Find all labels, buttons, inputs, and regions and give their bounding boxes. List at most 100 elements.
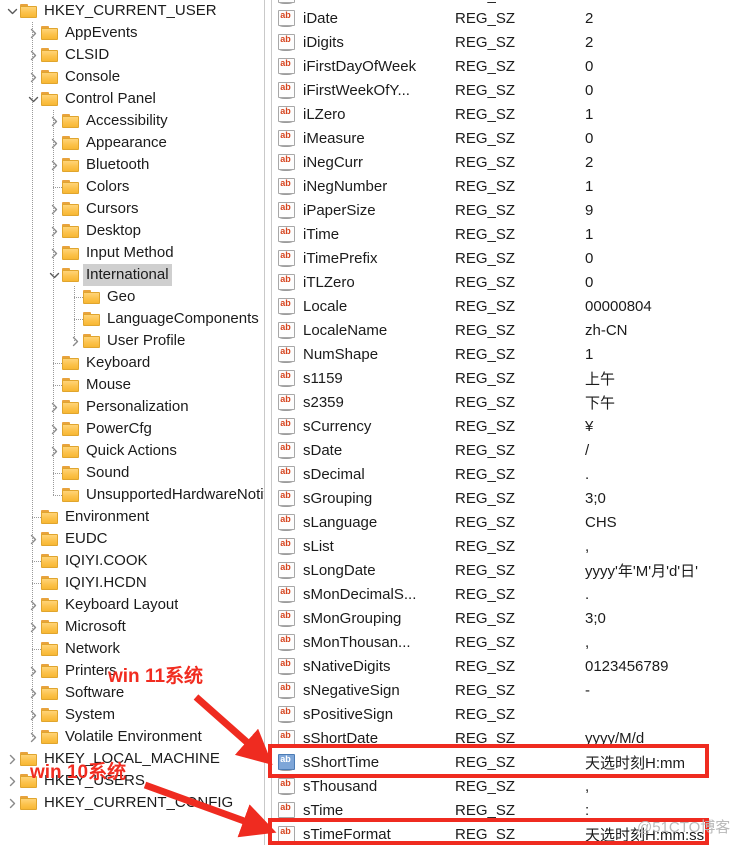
value-row[interactable]: ab sLanguage REG_SZ CHS — [273, 510, 750, 534]
tree-item[interactable]: Network — [0, 638, 264, 660]
chevron-down-icon[interactable] — [4, 0, 20, 22]
chevron-right-icon[interactable] — [4, 770, 20, 792]
value-row[interactable]: ab sList REG_SZ, — [273, 534, 750, 558]
chevron-right-icon[interactable] — [46, 132, 62, 154]
chevron-down-icon[interactable] — [25, 88, 41, 110]
value-row[interactable]: ab LocaleName REG_SZ zh-CN — [273, 318, 750, 342]
chevron-right-icon[interactable] — [25, 66, 41, 88]
tree-item[interactable]: HKEY_CURRENT_CONFIG — [0, 792, 264, 814]
tree-item[interactable]: AppEvents — [0, 22, 264, 44]
value-row[interactable]: ab iTLZero REG_SZ 0 — [273, 270, 750, 294]
chevron-right-icon[interactable] — [25, 528, 41, 550]
tree-item[interactable]: Colors — [0, 176, 264, 198]
value-row[interactable]: ab iPaperSize REG_SZ 9 — [273, 198, 750, 222]
tree-item[interactable]: IQIYI.HCDN — [0, 572, 264, 594]
value-row[interactable]: ab s1159 REG_SZ 上午 — [273, 366, 750, 390]
tree-item[interactable]: Control Panel — [0, 88, 264, 110]
tree-item[interactable]: CLSID — [0, 44, 264, 66]
chevron-right-icon[interactable] — [46, 198, 62, 220]
tree-item[interactable]: Input Method — [0, 242, 264, 264]
chevron-right-icon[interactable] — [25, 704, 41, 726]
value-row[interactable]: ab s2359 REG_SZ 下午 — [273, 390, 750, 414]
value-row[interactable]: ab iFirstDayOfWeek REG_SZ 0 — [273, 54, 750, 78]
tree-item-label: Cursors — [86, 200, 139, 217]
chevron-right-icon[interactable] — [25, 22, 41, 44]
tree-item[interactable]: Bluetooth — [0, 154, 264, 176]
chevron-right-icon[interactable] — [4, 748, 20, 770]
tree-item[interactable]: User Profile — [0, 330, 264, 352]
tree-item[interactable]: PowerCfg — [0, 418, 264, 440]
chevron-down-icon[interactable] — [46, 264, 62, 286]
value-row[interactable]: ab iDigits REG_SZ 2 — [273, 30, 750, 54]
value-row[interactable]: ab Locale REG_SZ 00000804 — [273, 294, 750, 318]
chevron-right-icon[interactable] — [25, 660, 41, 682]
tree-item[interactable]: Geo — [0, 286, 264, 308]
registry-values-list[interactable]: abREG_SZabiDateREG_SZ2abiDigitsREG_SZ2ab… — [273, 0, 750, 845]
value-row[interactable]: ab sMonThousan... REG_SZ, — [273, 630, 750, 654]
chevron-right-icon[interactable] — [46, 396, 62, 418]
value-row[interactable]: ab sNativeDigits REG_SZ 0123456789 — [273, 654, 750, 678]
tree-item[interactable]: Console — [0, 66, 264, 88]
value-row[interactable]: ab sNegativeSign REG_SZ - — [273, 678, 750, 702]
value-row[interactable]: ab iTimePrefix REG_SZ 0 — [273, 246, 750, 270]
value-row[interactable]: ab sDate REG_SZ / — [273, 438, 750, 462]
value-row[interactable]: ab sMonGrouping REG_SZ 3;0 — [273, 606, 750, 630]
value-row[interactable]: ab NumShape REG_SZ 1 — [273, 342, 750, 366]
tree-item[interactable]: Accessibility — [0, 110, 264, 132]
tree-item[interactable]: Personalization — [0, 396, 264, 418]
value-row[interactable]: ab sGrouping REG_SZ 3;0 — [273, 486, 750, 510]
chevron-right-icon[interactable] — [46, 242, 62, 264]
tree-item[interactable]: Cursors — [0, 198, 264, 220]
value-row[interactable]: ab iNegNumber REG_SZ 1 — [273, 174, 750, 198]
tree-item[interactable]: LanguageComponents — [0, 308, 264, 330]
value-row[interactable]: ab sDecimal REG_SZ. — [273, 462, 750, 486]
chevron-right-icon[interactable] — [46, 110, 62, 132]
tree-item[interactable]: Appearance — [0, 132, 264, 154]
tree-item[interactable]: Environment — [0, 506, 264, 528]
value-row[interactable]: ab iTime REG_SZ 1 — [273, 222, 750, 246]
value-row[interactable]: ab sLongDate REG_SZ yyyy'年'M'月'd'日' — [273, 558, 750, 582]
chevron-right-icon[interactable] — [46, 418, 62, 440]
value-row[interactable]: ab iDate REG_SZ 2 — [273, 6, 750, 30]
tree-item[interactable]: Keyboard — [0, 352, 264, 374]
value-row[interactable]: ab sShortTime REG_SZ 天选时刻H:mm — [273, 750, 750, 774]
tree-item[interactable]: Desktop — [0, 220, 264, 242]
tree-item[interactable]: EUDC — [0, 528, 264, 550]
tree-item[interactable]: Quick Actions — [0, 440, 264, 462]
value-type: REG_SZ — [455, 321, 516, 339]
tree-item[interactable]: System — [0, 704, 264, 726]
chevron-right-icon[interactable] — [25, 44, 41, 66]
tree-item[interactable]: Sound — [0, 462, 264, 484]
tree-item[interactable]: Volatile Environment — [0, 726, 264, 748]
value-row[interactable]: ab iLZero REG_SZ 1 — [273, 102, 750, 126]
tree-item[interactable]: UnsupportedHardwareNotificationCache — [0, 484, 264, 506]
chevron-right-icon[interactable] — [46, 220, 62, 242]
value-data: 1 — [585, 225, 594, 243]
value-row[interactable]: ab sShortDate REG_SZ yyyy/M/d — [273, 726, 750, 750]
value-row[interactable]: ab sCurrency REG_SZ ¥ — [273, 414, 750, 438]
tree-item[interactable]: IQIYI.COOK — [0, 550, 264, 572]
value-row[interactable]: ab sMonDecimalS... REG_SZ. — [273, 582, 750, 606]
chevron-right-icon[interactable] — [67, 330, 83, 352]
chevron-right-icon[interactable] — [46, 154, 62, 176]
chevron-right-icon[interactable] — [25, 726, 41, 748]
registry-key-tree[interactable]: HKEY_CURRENT_USER AppEvents CLSID Console Co… — [0, 0, 264, 845]
string-value-icon: ab — [278, 33, 296, 51]
tree-item[interactable]: International — [0, 264, 264, 286]
chevron-right-icon[interactable] — [4, 792, 20, 814]
value-row[interactable]: ab sPositiveSign REG_SZ — [273, 702, 750, 726]
folder-icon — [20, 795, 39, 811]
value-row[interactable]: ab iFirstWeekOfY... REG_SZ 0 — [273, 78, 750, 102]
value-row[interactable]: ab sThousand REG_SZ, — [273, 774, 750, 798]
chevron-right-icon[interactable] — [25, 616, 41, 638]
value-row[interactable]: ab iMeasure REG_SZ 0 — [273, 126, 750, 150]
chevron-right-icon[interactable] — [46, 440, 62, 462]
tree-item[interactable]: Microsoft — [0, 616, 264, 638]
value-row[interactable]: ab iNegCurr REG_SZ 2 — [273, 150, 750, 174]
tree-item[interactable]: HKEY_CURRENT_USER — [0, 0, 264, 22]
chevron-right-icon[interactable] — [25, 682, 41, 704]
pane-splitter[interactable] — [264, 0, 272, 845]
tree-item[interactable]: Mouse — [0, 374, 264, 396]
chevron-right-icon[interactable] — [25, 594, 41, 616]
tree-item[interactable]: Keyboard Layout — [0, 594, 264, 616]
